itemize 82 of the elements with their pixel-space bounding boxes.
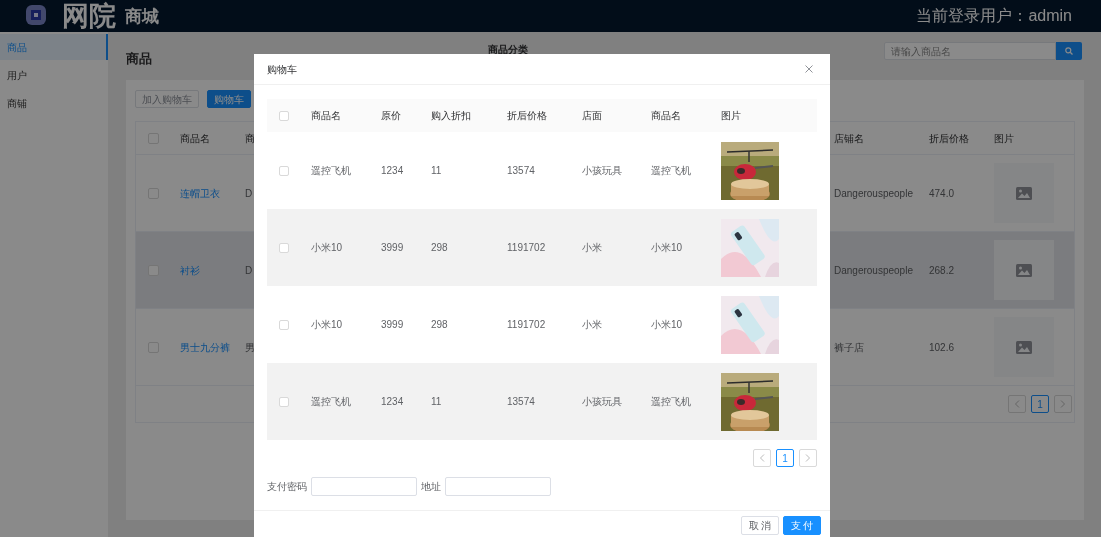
search-button[interactable] bbox=[1056, 42, 1082, 60]
close-icon bbox=[805, 65, 813, 73]
chevron-left-icon bbox=[759, 454, 765, 462]
table-cell-text: 13574 bbox=[506, 164, 535, 178]
image-icon bbox=[1016, 186, 1032, 200]
column-header: 折后价格 bbox=[506, 109, 547, 123]
image-icon bbox=[1016, 263, 1032, 277]
table-cell-text: 13574 bbox=[506, 395, 535, 409]
table-cell-text: Dangerouspeople bbox=[833, 263, 913, 278]
table-cell-text: 298 bbox=[430, 318, 448, 332]
table-cell-text: 11 bbox=[430, 164, 442, 178]
field-label: 地址 bbox=[421, 480, 441, 494]
table-cell-text: 11 bbox=[430, 395, 442, 409]
table-cell-text: 小米 bbox=[581, 241, 602, 255]
brand-title: 网院 bbox=[62, 2, 116, 30]
table-cell-text: 1234 bbox=[380, 164, 404, 178]
column-header: 商品名 bbox=[650, 109, 681, 123]
table-cell-text: 3999 bbox=[380, 241, 404, 255]
table-cell-text: 遥控飞机 bbox=[650, 395, 691, 409]
table-cell-text: 男 bbox=[244, 340, 255, 355]
pay-button[interactable]: 支 付 bbox=[783, 516, 821, 535]
column-header: 购入折扣 bbox=[430, 109, 471, 123]
toolbar-button[interactable]: 购物车 bbox=[207, 90, 251, 108]
table-cell-text: 裤子店 bbox=[833, 340, 864, 355]
column-header: 折后价格 bbox=[928, 131, 969, 146]
address-field[interactable] bbox=[445, 477, 551, 496]
table-cell-text: 1191702 bbox=[506, 318, 546, 332]
table-cell-text: 小米10 bbox=[310, 318, 343, 332]
image-icon bbox=[1016, 340, 1032, 354]
category-label: 商品分类 bbox=[488, 42, 528, 57]
table-cell-text: 298 bbox=[430, 241, 448, 255]
checkbox[interactable] bbox=[278, 396, 289, 407]
column-header: 店面 bbox=[581, 109, 602, 123]
table-cell-text: 1234 bbox=[380, 395, 404, 409]
table-cell-text: 遥控飞机 bbox=[310, 164, 351, 178]
table-cell-text: 小米10 bbox=[650, 241, 683, 255]
checkbox[interactable] bbox=[278, 242, 289, 253]
password-field[interactable] bbox=[311, 477, 417, 496]
table-cell-text: 268.2 bbox=[928, 263, 955, 278]
table-cell-text: 小米10 bbox=[310, 241, 343, 255]
product-link[interactable]: 男士九分裤 bbox=[171, 339, 230, 355]
chevron-right-icon bbox=[805, 454, 811, 462]
previous-page-button[interactable] bbox=[753, 449, 771, 467]
cancel-button[interactable]: 取 消 bbox=[741, 516, 779, 535]
column-header: 图片 bbox=[720, 109, 741, 123]
sidebar-item[interactable]: 商品 bbox=[0, 34, 108, 60]
search-icon bbox=[1065, 47, 1073, 55]
next-page-button[interactable] bbox=[799, 449, 817, 467]
column-header: 商品名 bbox=[179, 131, 210, 146]
sidebar-item[interactable]: 用户 bbox=[0, 62, 108, 88]
close-button[interactable] bbox=[804, 64, 814, 74]
column-header: 店铺名 bbox=[833, 131, 864, 146]
brand-subtitle: 商城 bbox=[125, 7, 159, 25]
table-cell-text: 102.6 bbox=[928, 340, 955, 355]
table-cell-text: 小孩玩具 bbox=[581, 164, 622, 178]
page-button[interactable]: 1 bbox=[1031, 395, 1049, 413]
column-header: 商 bbox=[244, 131, 255, 146]
table-cell-text: 1191702 bbox=[506, 241, 546, 255]
product-link[interactable]: 连帽卫衣 bbox=[171, 185, 220, 201]
product-link[interactable]: 衬衫 bbox=[171, 262, 200, 278]
field-label: 支付密码 bbox=[267, 480, 307, 494]
table-cell-text: 3999 bbox=[380, 318, 404, 332]
column-header: 原价 bbox=[380, 109, 401, 123]
table-cell-text: 遥控飞机 bbox=[310, 395, 351, 409]
table-cell-text: 小孩玩具 bbox=[581, 395, 622, 409]
table-cell-text: 遥控飞机 bbox=[650, 164, 691, 178]
table-cell-text: 474.0 bbox=[928, 186, 955, 201]
table-cell-text: D bbox=[244, 263, 253, 278]
table-cell-text: D bbox=[244, 186, 253, 201]
checkbox[interactable] bbox=[278, 110, 289, 121]
table-cell-text: 小米 bbox=[581, 318, 602, 332]
checkbox[interactable] bbox=[278, 165, 289, 176]
page-title: 商品 bbox=[126, 50, 152, 69]
column-header: 图片 bbox=[993, 131, 1014, 146]
table-cell-text: 小米10 bbox=[650, 318, 683, 332]
table-cell-text: Dangerouspeople bbox=[833, 186, 913, 201]
dialog-title: 购物车 bbox=[267, 62, 297, 77]
checkbox[interactable] bbox=[278, 319, 289, 330]
current-user-label: 当前登录用户：admin bbox=[916, 6, 1072, 26]
column-header: 商品名 bbox=[310, 109, 341, 123]
page-button[interactable]: 1 bbox=[776, 449, 794, 467]
sidebar-item[interactable]: 商铺 bbox=[0, 90, 108, 116]
